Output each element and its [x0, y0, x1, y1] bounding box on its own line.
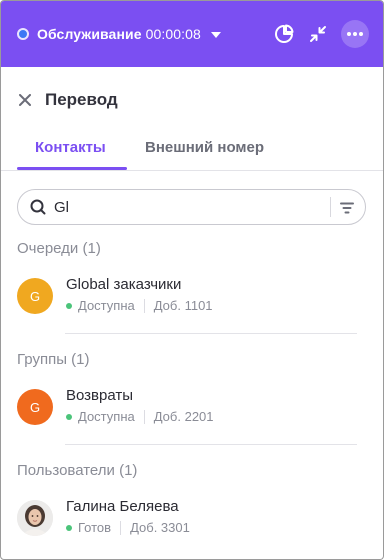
- more-icon: [347, 32, 363, 36]
- contact-meta: Доступна Доб. 1101: [66, 298, 213, 313]
- transfer-panel: Обслуживание 00:00:08 Перевод Контакты В…: [0, 0, 384, 560]
- tab-bar: Контакты Внешний номер: [1, 129, 383, 171]
- section-queues-label: Очереди (1): [17, 240, 101, 257]
- online-status-icon: [66, 302, 72, 309]
- photo-avatar: [17, 500, 53, 536]
- minimize-icon: [310, 26, 326, 42]
- filter-icon[interactable]: [338, 199, 356, 217]
- meta-divider: [120, 520, 122, 535]
- status-label: Обслуживание: [37, 26, 142, 42]
- more-button[interactable]: [341, 20, 369, 48]
- meta-divider: [143, 298, 145, 313]
- call-timer: 00:00:08: [145, 26, 201, 42]
- search-icon: [30, 199, 46, 215]
- status-selector[interactable]: Обслуживание 00:00:08: [37, 26, 201, 42]
- search-input[interactable]: [54, 198, 324, 216]
- section-users-label: Пользователи (1): [17, 462, 138, 479]
- panel-title: Перевод: [45, 90, 118, 109]
- tab-external-number[interactable]: Внешний номер: [145, 139, 264, 156]
- contact-status: Готов: [78, 520, 112, 535]
- online-status-icon: [66, 413, 72, 420]
- contact-name: Галина Беляева: [66, 498, 179, 515]
- tab-contacts[interactable]: Контакты: [35, 139, 106, 156]
- online-status-icon: [66, 524, 72, 531]
- pie-chart-icon: [275, 24, 294, 43]
- contact-name: Global заказчики: [66, 276, 182, 293]
- avatar: G: [17, 278, 53, 314]
- divider: [65, 333, 357, 334]
- meta-divider: [143, 409, 145, 424]
- list-item[interactable]: Галина Беляева Готов Доб. 3301: [17, 498, 357, 542]
- list-item[interactable]: G Global заказчики Доступна Доб. 1101: [17, 276, 357, 320]
- chevron-down-icon[interactable]: [210, 32, 221, 38]
- contact-name: Возвраты: [66, 387, 134, 404]
- contact-extension: Доб. 1101: [153, 298, 213, 313]
- call-header: Обслуживание 00:00:08: [1, 1, 383, 67]
- status-dot-icon: [17, 28, 29, 40]
- section-groups-label: Группы (1): [17, 351, 90, 368]
- panel-title-row: Перевод: [17, 87, 118, 113]
- contact-status: Доступна: [78, 409, 135, 424]
- stats-button[interactable]: [271, 21, 297, 47]
- contact-extension: Доб. 3301: [130, 520, 190, 535]
- close-icon[interactable]: [17, 92, 33, 108]
- active-tab-indicator: [17, 167, 127, 170]
- minimize-button[interactable]: [305, 21, 331, 47]
- contact-meta: Доступна Доб. 2201: [66, 409, 214, 424]
- avatar: G: [17, 389, 53, 425]
- list-item[interactable]: G Возвраты Доступна Доб. 2201: [17, 387, 357, 431]
- contact-status: Доступна: [78, 298, 135, 313]
- divider: [65, 444, 357, 445]
- search-box: [17, 189, 366, 225]
- contact-extension: Доб. 2201: [153, 409, 214, 424]
- contact-meta: Готов Доб. 3301: [66, 520, 190, 535]
- search-divider: [330, 197, 331, 217]
